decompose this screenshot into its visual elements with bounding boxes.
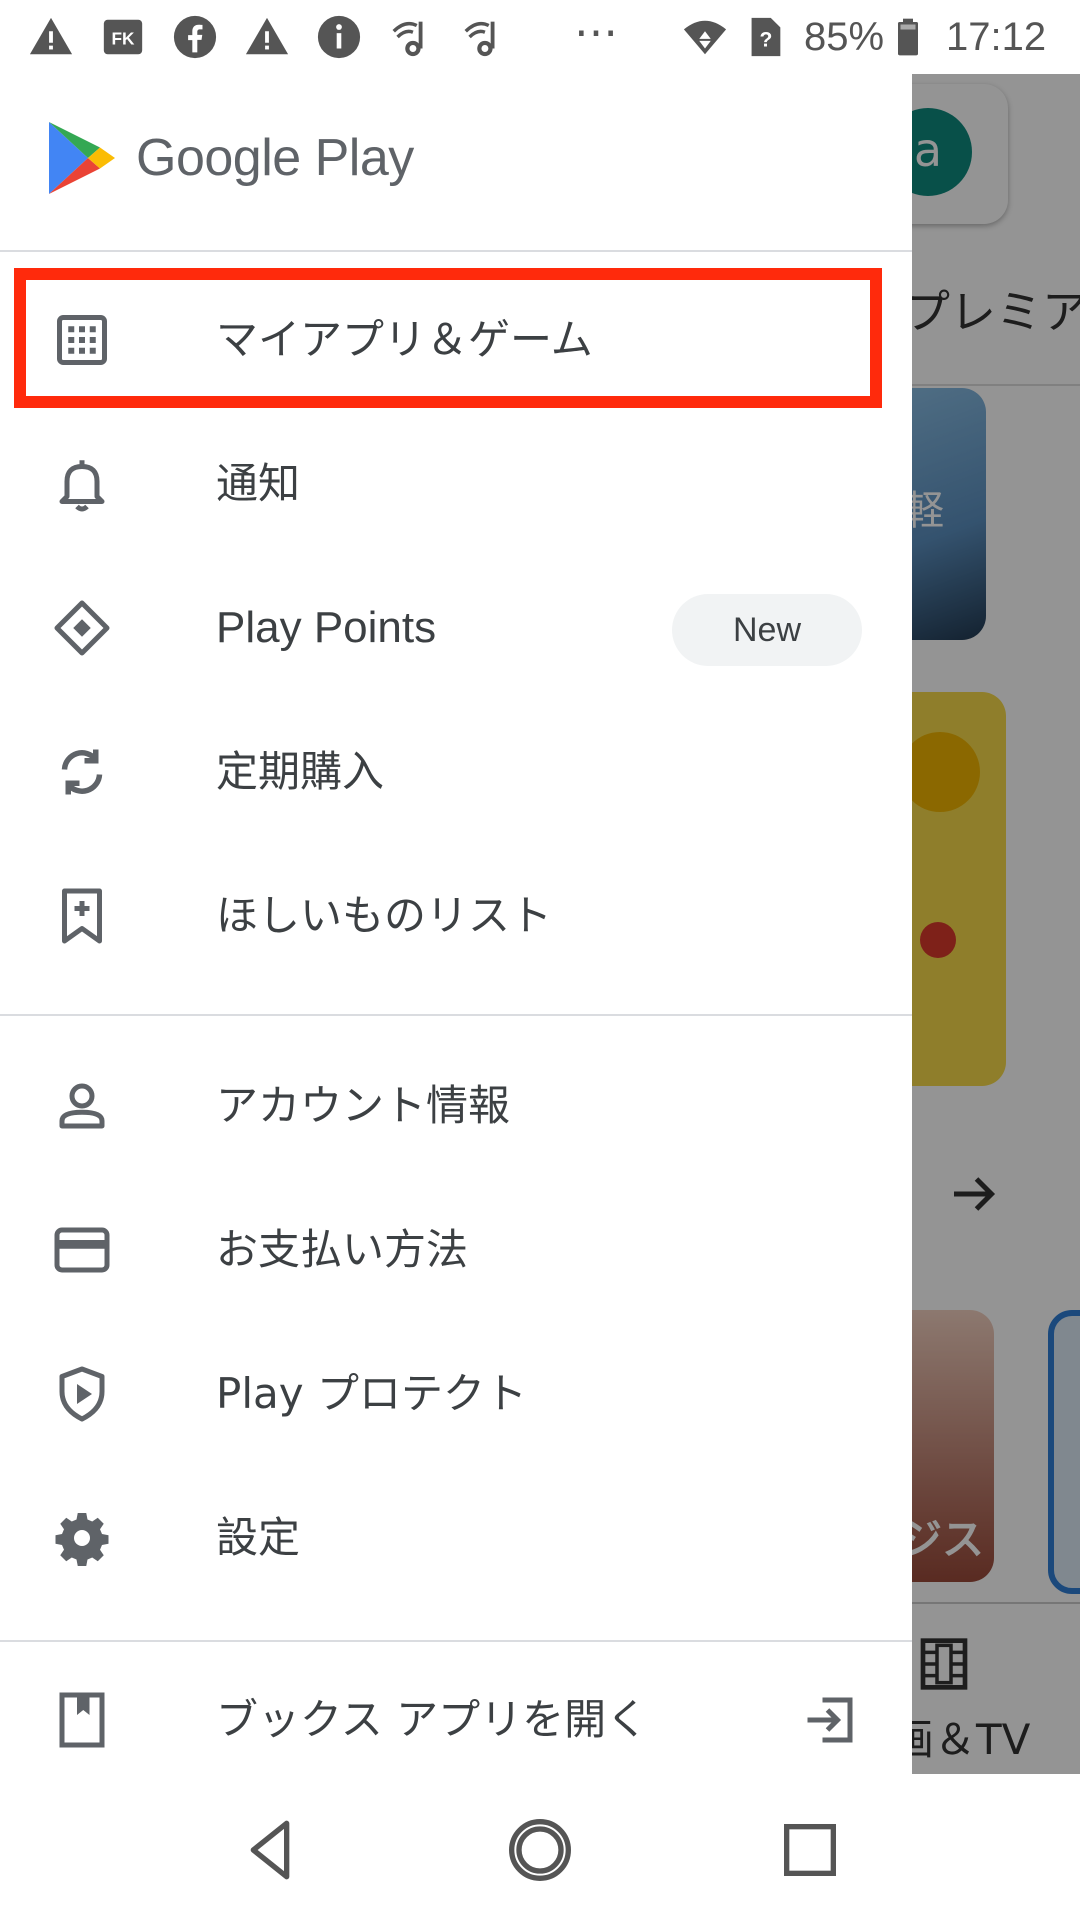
menu-item-settings[interactable]: 設定 — [0, 1466, 912, 1610]
brand: Google Play — [46, 118, 414, 198]
menu-item-notifications[interactable]: 通知 — [0, 412, 912, 556]
divider — [0, 1640, 912, 1642]
music-note-icon — [388, 14, 434, 60]
new-badge: New — [672, 594, 862, 666]
music-note-icon — [460, 14, 506, 60]
menu-item-payment[interactable]: お支払い方法 — [0, 1178, 912, 1322]
home-icon[interactable] — [500, 1810, 580, 1890]
menu-item-label: お支払い方法 — [216, 1225, 469, 1274]
fk-icon: FK — [100, 14, 146, 60]
back-icon[interactable] — [230, 1810, 310, 1890]
menu-item-label: ブックス アプリを開く — [216, 1695, 649, 1744]
status-bar: FK ⋯ ? 85% 17:12 — [0, 0, 1080, 74]
open-app-icon[interactable] — [800, 1690, 860, 1750]
menu-item-open-books[interactable]: ブックス アプリを開く — [0, 1654, 912, 1774]
menu-item-play-points[interactable]: Play Points New — [0, 556, 912, 700]
battery-percent: 85% — [804, 15, 885, 59]
diamond-icon — [52, 598, 112, 658]
gear-icon — [52, 1508, 112, 1568]
menu-item-my-apps[interactable]: マイアプリ＆ゲーム — [0, 268, 912, 412]
info-icon — [316, 14, 362, 60]
divider — [0, 250, 912, 252]
facebook-icon — [172, 14, 218, 60]
clock: 17:12 — [946, 15, 1047, 59]
refresh-icon — [52, 742, 112, 802]
menu-item-label: ほしいものリスト — [216, 891, 553, 940]
shield-play-icon — [52, 1364, 112, 1424]
recents-icon[interactable] — [770, 1810, 850, 1890]
menu-item-play-protect[interactable]: Play プロテクト — [0, 1322, 912, 1466]
battery-icon — [888, 14, 928, 60]
google-play-logo-icon — [49, 122, 115, 194]
menu-item-label: 定期購入 — [216, 747, 385, 796]
menu-item-label: Play Points — [216, 603, 437, 652]
overflow-dots: ⋯ — [574, 8, 618, 57]
brand-name: Google Play — [136, 129, 414, 187]
svg-text:FK: FK — [112, 29, 136, 49]
divider — [0, 1014, 912, 1016]
credit-card-icon — [52, 1220, 112, 1280]
system-nav-bar — [0, 1774, 1080, 1920]
navigation-drawer: Google Play マイアプリ＆ゲーム 通知 Play Points New… — [0, 74, 912, 1774]
warning-icon — [244, 14, 290, 60]
menu-item-label: Play プロテクト — [216, 1369, 527, 1418]
book-icon — [52, 1690, 112, 1750]
menu-item-label: 通知 — [216, 459, 301, 508]
no-sim-icon: ? — [742, 14, 788, 60]
warning-icon — [28, 14, 74, 60]
menu-item-label: 設定 — [216, 1513, 301, 1562]
highlight-box — [14, 268, 882, 408]
person-icon — [52, 1076, 112, 1136]
wifi-icon — [682, 14, 728, 60]
bell-icon — [52, 454, 112, 514]
menu-item-account[interactable]: アカウント情報 — [0, 1034, 912, 1178]
bookmark-add-icon — [52, 886, 112, 946]
svg-text:?: ? — [760, 29, 773, 52]
menu-item-subscriptions[interactable]: 定期購入 — [0, 700, 912, 844]
menu-item-label: アカウント情報 — [216, 1081, 511, 1130]
menu-item-wishlist[interactable]: ほしいものリスト — [0, 844, 912, 988]
